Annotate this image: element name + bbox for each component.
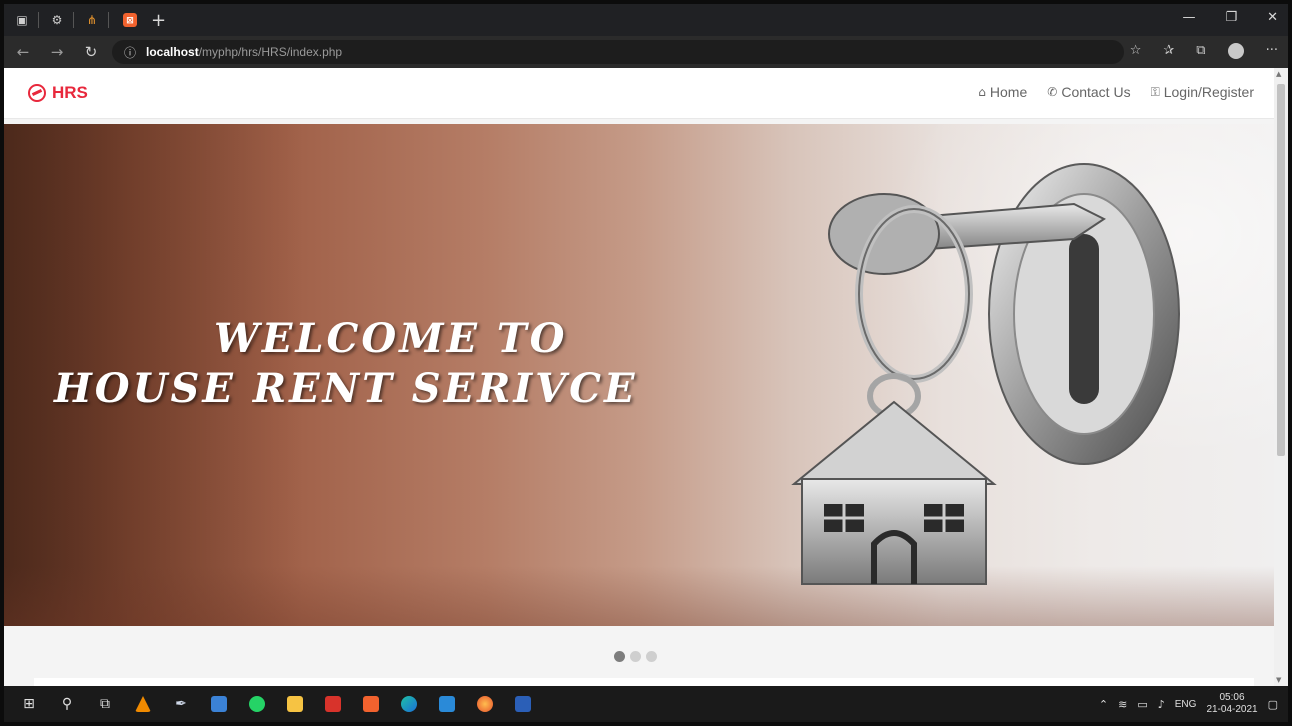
main-menu: ⌂ Home ✆ Contact Us ⚿ Login/Register bbox=[978, 84, 1254, 100]
new-tab-button[interactable]: + bbox=[151, 10, 166, 31]
active-tab-favicon[interactable]: ⊠ bbox=[123, 13, 137, 27]
lock-icon: ⚿ bbox=[1150, 84, 1160, 99]
scroll-up-icon[interactable]: ▲ bbox=[1276, 70, 1281, 78]
wifi-icon[interactable]: ≋ bbox=[1118, 698, 1127, 711]
vscode-icon[interactable] bbox=[434, 694, 460, 714]
chevron-up-icon[interactable]: ⌃ bbox=[1099, 698, 1108, 711]
carousel-indicators bbox=[614, 651, 657, 662]
page-scrollbar[interactable]: ▲ ▼ bbox=[1274, 68, 1288, 686]
url-host: localhost bbox=[146, 45, 199, 59]
tab-separator bbox=[38, 12, 39, 28]
edge-icon[interactable] bbox=[396, 694, 422, 714]
scrollbar-thumb[interactable] bbox=[1277, 84, 1285, 456]
scroll-down-icon[interactable]: ▼ bbox=[1276, 676, 1281, 684]
window-controls: — ❐ ✕ bbox=[1182, 10, 1278, 25]
hero-title-line-1: WELCOME TO bbox=[214, 315, 568, 362]
restore-icon[interactable]: ❐ bbox=[1225, 10, 1237, 25]
menu-item-label: Contact Us bbox=[1061, 84, 1131, 100]
minimize-icon[interactable]: — bbox=[1182, 10, 1195, 25]
language-indicator[interactable]: ENG bbox=[1175, 699, 1197, 710]
volume-icon[interactable]: ♪ bbox=[1158, 698, 1165, 711]
file-explorer-icon[interactable] bbox=[282, 694, 308, 714]
site-header: HRS ⌂ Home ✆ Contact Us ⚿ Login/Register bbox=[4, 68, 1274, 119]
carousel-dot[interactable] bbox=[614, 651, 625, 662]
refresh-icon[interactable]: ↻ bbox=[76, 43, 106, 61]
system-tray: ⌃ ≋ ▭ ♪ ENG 05:06 21-04-2021 ▢ bbox=[1099, 692, 1278, 716]
firefox-icon[interactable] bbox=[472, 694, 498, 714]
document-app-icon[interactable] bbox=[206, 694, 232, 714]
carousel-dot[interactable] bbox=[630, 651, 641, 662]
home-icon: ⌂ bbox=[978, 85, 986, 99]
menu-item-label: Login/Register bbox=[1163, 84, 1254, 100]
browser-toolbar: ← → ↻ ⓘ localhost/myphp/hrs/HRS/index.ph… bbox=[4, 36, 1288, 68]
add-favorite-icon[interactable]: ☆ bbox=[1130, 43, 1142, 59]
clock-date: 21-04-2021 bbox=[1206, 704, 1258, 715]
notifications-icon[interactable]: ▢ bbox=[1268, 698, 1278, 711]
hero-carousel-slide: WELCOME TO HOUSE RENT SERIVCE bbox=[4, 124, 1274, 626]
tab-separator bbox=[108, 12, 109, 28]
carousel-dot[interactable] bbox=[646, 651, 657, 662]
page-viewport: HRS ⌂ Home ✆ Contact Us ⚿ Login/Register bbox=[4, 68, 1288, 686]
forward-icon[interactable]: → bbox=[42, 43, 72, 61]
acrobat-icon[interactable] bbox=[320, 694, 346, 714]
vlc-icon[interactable] bbox=[130, 694, 156, 714]
menu-item-home[interactable]: ⌂ Home bbox=[978, 84, 1027, 100]
task-view-icon[interactable]: ⧉ bbox=[92, 694, 118, 714]
brand-logo-link[interactable]: HRS bbox=[28, 83, 88, 103]
content-section-top bbox=[34, 678, 1254, 686]
house-key-illustration bbox=[791, 163, 1180, 585]
brand-name: HRS bbox=[52, 83, 88, 102]
address-bar[interactable]: ⓘ localhost/myphp/hrs/HRS/index.php bbox=[112, 40, 1124, 64]
windows-start-icon[interactable]: ⊞ bbox=[16, 694, 42, 714]
tab-separator bbox=[73, 12, 74, 28]
word-icon[interactable] bbox=[510, 694, 536, 714]
whatsapp-icon[interactable] bbox=[244, 694, 270, 714]
feather-app-icon[interactable]: ✒ bbox=[168, 694, 194, 714]
menu-item-contact[interactable]: ✆ Contact Us bbox=[1047, 84, 1130, 100]
close-icon[interactable]: ✕ bbox=[1267, 10, 1278, 25]
tab-actions-icon[interactable]: ▣ bbox=[14, 12, 30, 28]
battery-icon[interactable]: ▭ bbox=[1137, 698, 1147, 711]
clock-time: 05:06 bbox=[1219, 692, 1245, 703]
search-icon[interactable]: ⚲ bbox=[54, 694, 80, 714]
brand-logo-icon bbox=[28, 84, 46, 102]
collections-icon[interactable]: ⧉ bbox=[1196, 43, 1205, 59]
url-path: /myphp/hrs/HRS/index.php bbox=[198, 45, 343, 59]
hero-title-line-2: HOUSE RENT SERIVCE bbox=[54, 365, 638, 412]
menu-item-label: Home bbox=[989, 84, 1028, 100]
xampp-icon[interactable] bbox=[358, 694, 384, 714]
desktop-screen: ▣ ⚙ ⋔ ⊠ + — ❐ ✕ ← → ↻ ⓘ localhost/myphp/… bbox=[4, 4, 1288, 722]
hero-title: WELCOME TO HOUSE RENT SERIVCE bbox=[54, 314, 638, 414]
browser-actions: ☆ ✰ ⧉ ··· bbox=[1130, 43, 1278, 59]
windows-taskbar: ⊞ ⚲ ⧉ ✒ ⌃ ≋ ▭ ♪ ENG 05:06 21-04-2021 ▢ bbox=[4, 686, 1288, 722]
xampp-tab-icon[interactable]: ⋔ bbox=[84, 12, 100, 28]
phone-icon: ✆ bbox=[1047, 85, 1058, 99]
taskbar-clock[interactable]: 05:06 21-04-2021 bbox=[1206, 692, 1257, 716]
back-icon[interactable]: ← bbox=[8, 43, 38, 61]
profile-avatar-icon[interactable] bbox=[1227, 43, 1244, 59]
site-info-icon[interactable]: ⓘ bbox=[124, 44, 136, 61]
browser-tab-strip: ▣ ⚙ ⋔ ⊠ + — ❐ ✕ bbox=[4, 4, 1288, 36]
menu-item-login[interactable]: ⚿ Login/Register bbox=[1151, 84, 1254, 100]
more-menu-icon[interactable]: ··· bbox=[1266, 43, 1278, 59]
settings-tab-icon[interactable]: ⚙ bbox=[49, 12, 65, 28]
favorites-icon[interactable]: ✰ bbox=[1163, 43, 1174, 59]
